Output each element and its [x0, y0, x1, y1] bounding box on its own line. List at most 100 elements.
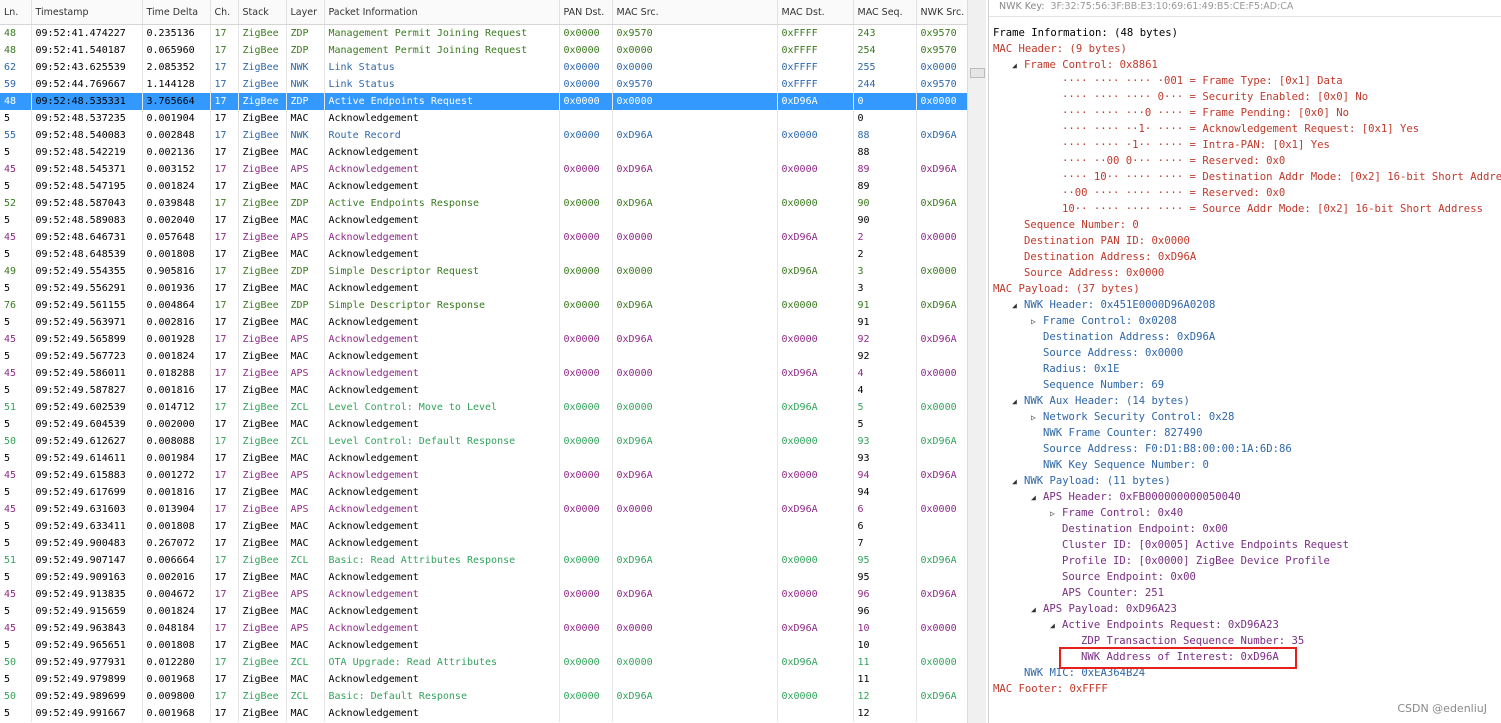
tree-node[interactable]: ◢ NWK Payload: (11 bytes)	[993, 473, 1501, 489]
tree-node[interactable]: ···· ···· ··1· ···· = Acknowledgement Re…	[993, 121, 1501, 137]
packet-row[interactable]: 5 09:52:48.537235 0.001904 17 ZigBee MAC Ackno…	[0, 110, 967, 127]
tree-node[interactable]: MAC Header: (9 bytes)	[993, 41, 1501, 57]
column-header[interactable]: Time Delta	[142, 0, 211, 25]
column-header[interactable]: PAN Dst.	[559, 0, 613, 25]
packet-row[interactable]: 45 09:52:49.631603 0.013904 17 ZigBee APS Ackn…	[0, 501, 967, 518]
column-header[interactable]: Ch.	[210, 0, 239, 25]
tree-node[interactable]: Profile ID: [0x0000] ZigBee Device Profi…	[993, 553, 1501, 569]
column-header[interactable]: NWK Src.	[916, 0, 967, 25]
tree-node[interactable]: Sequence Number: 0	[993, 217, 1501, 233]
tree-node[interactable]: ▷ Frame Control: 0x40	[993, 505, 1501, 521]
expanded-triangle-icon[interactable]: ◢	[1012, 394, 1024, 410]
tree-node[interactable]: Frame Information: (48 bytes)	[993, 25, 1501, 41]
packet-row[interactable]: 5 09:52:49.567723 0.001824 17 ZigBee MAC Ackno…	[0, 348, 967, 365]
packet-row[interactable]: 45 09:52:49.586011 0.018288 17 ZigBee APS Ackn…	[0, 365, 967, 382]
packet-row[interactable]: 45 09:52:49.565899 0.001928 17 ZigBee APS Ackn…	[0, 331, 967, 348]
packet-row[interactable]: 45 09:52:49.615883 0.001272 17 ZigBee APS Ackn…	[0, 467, 967, 484]
packet-row[interactable]: 62 09:52:43.625539 2.085352 17 ZigBee NWK Link…	[0, 59, 967, 76]
expanded-triangle-icon[interactable]: ◢	[1012, 298, 1024, 314]
packet-row[interactable]: 76 09:52:49.561155 0.004864 17 ZigBee ZDP Simp…	[0, 297, 967, 314]
tree-node[interactable]: ···· ··00 0··· ···· = Reserved: 0x0	[993, 153, 1501, 169]
packet-row[interactable]: 50 09:52:49.989699 0.009800 17 ZigBee ZCL Basi…	[0, 688, 967, 705]
column-header[interactable]: Stack	[238, 0, 287, 25]
tree-node[interactable]: MAC Payload: (37 bytes)	[993, 281, 1501, 297]
tree-node[interactable]: ◢ APS Payload: 0xD96A23	[993, 601, 1501, 617]
packet-row[interactable]: 5 09:52:49.617699 0.001816 17 ZigBee MAC Ackno…	[0, 484, 967, 501]
packet-row[interactable]: 50 09:52:49.977931 0.012280 17 ZigBee ZCL OTA …	[0, 654, 967, 671]
column-header[interactable]: Ln.	[0, 0, 32, 25]
tree-node[interactable]: Cluster ID: [0x0005] Active Endpoints Re…	[993, 537, 1501, 553]
tree-node[interactable]: ◢ NWK Aux Header: (14 bytes)	[993, 393, 1501, 409]
packet-row[interactable]: 55 09:52:48.540083 0.002848 17 ZigBee NWK Rout…	[0, 127, 967, 144]
tree-node[interactable]: NWK Frame Counter: 827490	[993, 425, 1501, 441]
packet-row[interactable]: 45 09:52:49.963843 0.048184 17 ZigBee APS Ackn…	[0, 620, 967, 637]
packet-row[interactable]: 5 09:52:48.547195 0.001824 17 ZigBee MAC Ackno…	[0, 178, 967, 195]
tree-node[interactable]: ◢ Frame Control: 0x8861	[993, 57, 1501, 73]
packet-row[interactable]: 5 09:52:49.965651 0.001808 17 ZigBee MAC Ackno…	[0, 637, 967, 654]
packet-row[interactable]: 48 09:52:41.474227 0.235136 17 ZigBee ZDP Mana…	[0, 24, 967, 42]
tree-node[interactable]: 10·· ···· ···· ···· = Source Addr Mode: …	[993, 201, 1501, 217]
vertical-scrollbar[interactable]	[967, 0, 986, 723]
tree-node[interactable]: Destination Address: 0xD96A	[993, 249, 1501, 265]
packet-row[interactable]: 52 09:52:48.587043 0.039848 17 ZigBee ZDP Acti…	[0, 195, 967, 212]
packet-row[interactable]: 5 09:52:49.915659 0.001824 17 ZigBee MAC Ackno…	[0, 603, 967, 620]
packet-row[interactable]: 50 09:52:49.612627 0.008088 17 ZigBee ZCL Leve…	[0, 433, 967, 450]
tree-node[interactable]: ···· ···· ···· ·001 = Frame Type: [0x1] …	[993, 73, 1501, 89]
expanded-triangle-icon[interactable]: ◢	[1012, 474, 1024, 490]
tree-node[interactable]: Source Endpoint: 0x00	[993, 569, 1501, 585]
tree-node[interactable]: ZDP Transaction Sequence Number: 35	[993, 633, 1501, 649]
tree-node[interactable]: NWK Key Sequence Number: 0	[993, 457, 1501, 473]
packet-row[interactable]: 51 09:52:49.907147 0.006664 17 ZigBee ZCL Basi…	[0, 552, 967, 569]
packet-row[interactable]: 45 09:52:48.646731 0.057648 17 ZigBee APS Ackn…	[0, 229, 967, 246]
scrollbar-thumb[interactable]	[970, 68, 985, 78]
packet-row[interactable]: 45 09:52:49.913835 0.004672 17 ZigBee APS Ackn…	[0, 586, 967, 603]
column-header[interactable]: MAC Src.	[612, 0, 778, 25]
tree-node[interactable]: Destination PAN ID: 0x0000	[993, 233, 1501, 249]
tree-node[interactable]: Source Address: F0:D1:B8:00:00:1A:6D:86	[993, 441, 1501, 457]
packet-row[interactable]: 5 09:52:48.589083 0.002040 17 ZigBee MAC Ackno…	[0, 212, 967, 229]
collapsed-triangle-icon[interactable]: ▷	[1031, 410, 1043, 426]
tree-node[interactable]: ···· ···· ···0 ···· = Frame Pending: [0x…	[993, 105, 1501, 121]
tree-node[interactable]: ◢ APS Header: 0xFB000000000050040	[993, 489, 1501, 505]
collapsed-triangle-icon[interactable]: ▷	[1031, 314, 1043, 330]
tree-node[interactable]: Source Address: 0x0000	[993, 345, 1501, 361]
packet-row[interactable]: 5 09:52:48.542219 0.002136 17 ZigBee MAC Ackno…	[0, 144, 967, 161]
packet-row[interactable]: 5 09:52:49.604539 0.002000 17 ZigBee MAC Ackno…	[0, 416, 967, 433]
packet-row[interactable]: 5 09:52:49.587827 0.001816 17 ZigBee MAC Ackno…	[0, 382, 967, 399]
packet-row[interactable]: 48 09:52:48.535331 3.765664 17 ZigBee ZDP Acti…	[0, 93, 967, 110]
tree-node[interactable]: ▷ Frame Control: 0x0208	[993, 313, 1501, 329]
tree-node[interactable]: Destination Address: 0xD96A	[993, 329, 1501, 345]
column-header[interactable]: Timestamp	[31, 0, 143, 25]
tree-node[interactable]: NWK Address of Interest: 0xD96A	[993, 649, 1501, 665]
tree-node[interactable]: ◢ NWK Header: 0x451E0000D96A0208	[993, 297, 1501, 313]
tree-node[interactable]: ··00 ···· ···· ···· = Reserved: 0x0	[993, 185, 1501, 201]
tree-node[interactable]: MAC Footer: 0xFFFF	[993, 681, 1501, 697]
packet-row[interactable]: 5 09:52:49.633411 0.001808 17 ZigBee MAC Ackno…	[0, 518, 967, 535]
tree-node[interactable]: Source Address: 0x0000	[993, 265, 1501, 281]
column-header[interactable]: Layer	[286, 0, 325, 25]
packet-row[interactable]: 5 09:52:49.563971 0.002816 17 ZigBee MAC Ackno…	[0, 314, 967, 331]
packet-row[interactable]: 48 09:52:41.540187 0.065960 17 ZigBee ZDP Mana…	[0, 42, 967, 59]
expanded-triangle-icon[interactable]: ◢	[1012, 58, 1024, 74]
tree-node[interactable]: APS Counter: 251	[993, 585, 1501, 601]
expanded-triangle-icon[interactable]: ◢	[1031, 490, 1043, 506]
collapsed-triangle-icon[interactable]: ▷	[1050, 506, 1062, 522]
packet-row[interactable]: 59 09:52:44.769667 1.144128 17 ZigBee NWK Link…	[0, 76, 967, 93]
tree-node[interactable]: Radius: 0x1E	[993, 361, 1501, 377]
packet-row[interactable]: 5 09:52:49.556291 0.001936 17 ZigBee MAC Ackno…	[0, 280, 967, 297]
packet-row[interactable]: 49 09:52:49.554355 0.905816 17 ZigBee ZDP Simp…	[0, 263, 967, 280]
tree-node[interactable]: ▷ Network Security Control: 0x28	[993, 409, 1501, 425]
column-header[interactable]: Packet Information	[324, 0, 560, 25]
tree-node[interactable]: ···· ···· ·1·· ···· = Intra-PAN: [0x1] Y…	[993, 137, 1501, 153]
packet-row[interactable]: 5 09:52:49.614611 0.001984 17 ZigBee MAC Ackno…	[0, 450, 967, 467]
packet-row[interactable]: 45 09:52:48.545371 0.003152 17 ZigBee APS Ackn…	[0, 161, 967, 178]
packet-row[interactable]: 5 09:52:49.900483 0.267072 17 ZigBee MAC Ackno…	[0, 535, 967, 552]
tree-node[interactable]: ···· 10·· ···· ···· = Destination Addr M…	[993, 169, 1501, 185]
tree-node[interactable]: Sequence Number: 69	[993, 377, 1501, 393]
tree-node[interactable]: ◢ Active Endpoints Request: 0xD96A23	[993, 617, 1501, 633]
tree-node[interactable]: NWK MIC: 0xEA364B24	[993, 665, 1501, 681]
expanded-triangle-icon[interactable]: ◢	[1050, 618, 1062, 634]
column-header[interactable]: MAC Seq.	[853, 0, 917, 25]
tree-node[interactable]: ···· ···· ···· 0··· = Security Enabled: …	[993, 89, 1501, 105]
tree-node[interactable]: Destination Endpoint: 0x00	[993, 521, 1501, 537]
